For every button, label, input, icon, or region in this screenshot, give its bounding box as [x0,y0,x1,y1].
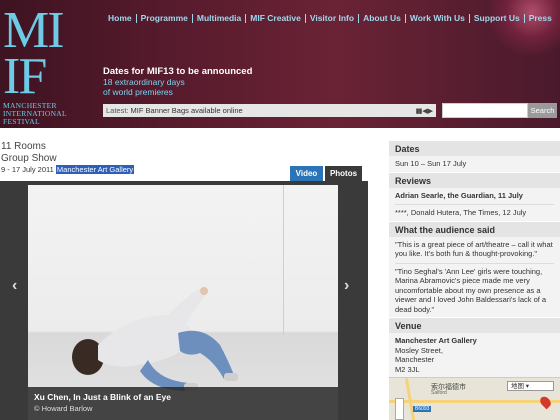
venue-map[interactable]: 索尔福德市 Salford 地图 ▾ B6093 [389,377,560,420]
caption-title: Xu Chen, In Just a Blink of an Eye [34,392,171,402]
site-header: MI IF MANCHESTER INTERNATIONAL FESTIVAL … [0,0,560,128]
event-title: 11 Rooms Group Show [1,141,57,165]
ticker-message[interactable]: MIF Banner Bags available online [131,106,416,115]
map-zoom-control[interactable] [395,398,404,420]
venue-link[interactable]: Manchester Art Gallery [55,165,135,174]
venue-address: Manchester [395,355,435,364]
promo-banner[interactable]: Dates for MIF13 to be announced 18 extra… [103,66,252,97]
search-button[interactable]: Search [528,103,557,118]
nav-home[interactable]: Home [104,14,137,23]
nav-mif-creative[interactable]: MIF Creative [246,14,306,23]
caption-credit: © Howard Barlow [34,404,93,413]
map-type-select[interactable]: 地图 ▾ [507,381,554,391]
nav-about-us[interactable]: About Us [359,14,406,23]
event-title-line: 11 Rooms [1,141,46,152]
map-place-sublabel: Salford [431,390,447,396]
promo-headline: Dates for MIF13 to be announced [103,66,253,77]
dates-range: Sun 10 – Sun 17 July [395,159,467,168]
dates-heading: Dates [389,140,560,156]
tab-video[interactable]: Video [290,166,323,181]
promo-subline: 18 extraordinary days [103,77,185,87]
event-meta: 9 - 17 July 2011 Manchester Art Gallery [1,165,135,174]
gallery-prev-icon[interactable]: ‹ [12,277,17,295]
audience-heading: What the audience said [389,220,560,237]
audience-quote: "Tino Seghal's 'Ann Lee' girls were touc… [395,266,547,314]
main-nav: Home Programme Multimedia MIF Creative V… [104,14,556,23]
search-input[interactable] [442,103,528,118]
news-ticker: Latest: MIF Banner Bags available online… [103,104,436,117]
venue-body: Manchester Art Gallery Mosley Street, Ma… [389,333,560,377]
audience-quote: "This is a great piece of art/theatre – … [395,240,554,264]
map-road [404,378,417,420]
tab-photos[interactable]: Photos [325,166,362,181]
map-road-badge: B6093 [413,406,432,412]
photo-caption: Xu Chen, In Just a Blink of an Eye © How… [28,387,338,420]
map-road [389,400,560,403]
venue-address: Mosley Street, [395,345,443,355]
venue-heading: Venue [389,317,560,333]
map-pin-icon[interactable] [538,394,553,410]
audience-body: "This is a great piece of art/theatre – … [389,236,560,317]
gallery-next-icon[interactable]: › [344,277,349,295]
venue-address: M2 3JL [395,364,420,374]
reviews-heading: Reviews [389,171,560,188]
performer-figure [72,287,238,391]
review-link[interactable]: ****, Donald Hutera, The Times, 12 July [395,205,554,218]
nav-programme[interactable]: Programme [137,14,193,23]
logo-name-line: FESTIVAL [3,117,40,126]
performance-photo [28,185,338,420]
nav-work-with-us[interactable]: Work With Us [406,14,470,23]
nav-multimedia[interactable]: Multimedia [193,14,247,23]
dates-body: Sun 10 – Sun 17 July [389,156,560,172]
nav-press[interactable]: Press [525,14,556,23]
venue-name[interactable]: Manchester Art Gallery [395,336,554,346]
ticker-label: Latest: [106,106,129,115]
reviews-body: Adrian Searle, the Guardian, 11 July ***… [389,187,560,221]
review-link[interactable]: Adrian Searle, the Guardian, 11 July [395,191,554,205]
mif-logo[interactable]: MI IF MANCHESTER INTERNATIONAL FESTIVAL [3,5,93,126]
nav-support-us[interactable]: Support Us [470,14,525,23]
event-subtitle: Group Show [1,153,57,164]
ticker-controls-icon[interactable]: ▮▮ ◀ ▶ [416,107,436,115]
promo-subline: of world premieres [103,87,173,97]
header-decoration [490,0,560,60]
logo-name: MANCHESTER INTERNATIONAL FESTIVAL [3,102,93,126]
nav-visitor-info[interactable]: Visitor Info [306,14,360,23]
event-dates: 9 - 17 July 2011 [1,165,54,174]
media-gallery: ‹ › [0,181,368,420]
logo-mark-bottom: IF [3,48,47,105]
event-sidebar: Dates Sun 10 – Sun 17 July Reviews Adria… [389,140,560,420]
